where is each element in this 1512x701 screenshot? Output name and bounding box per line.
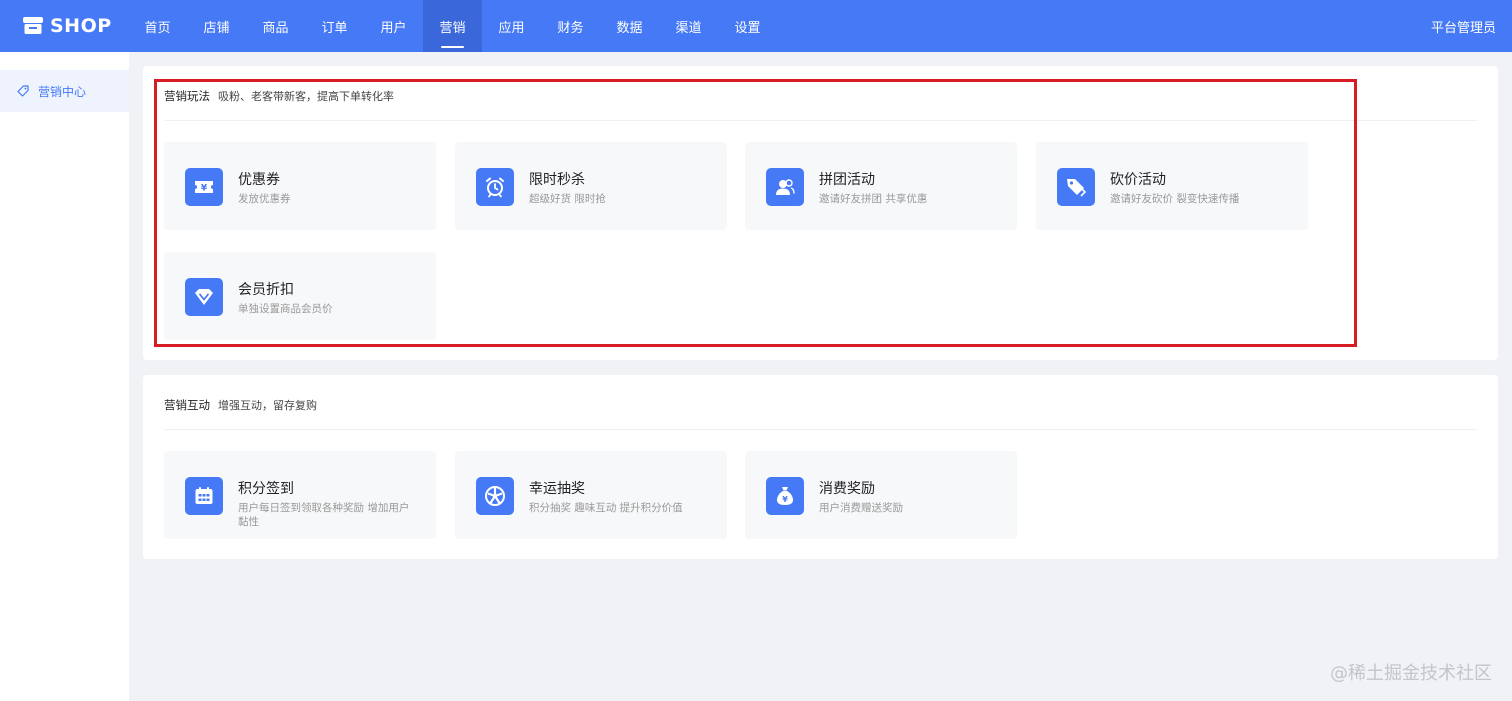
shop-icon bbox=[23, 17, 43, 34]
svg-text:¥: ¥ bbox=[201, 184, 208, 194]
card-desc: 用户每日签到领取各种奖励 增加用户黏性 bbox=[238, 502, 410, 528]
spending-reward-card[interactable]: ¥ 消费奖励 用户消费赠送奖励 bbox=[745, 451, 1017, 539]
nav-item-orders[interactable]: 订单 bbox=[305, 0, 364, 52]
admin-user-menu[interactable]: 平台管理员 bbox=[1431, 0, 1496, 52]
card-desc: 邀请好友拼团 共享优惠 bbox=[819, 193, 928, 205]
alarm-clock-icon bbox=[476, 168, 514, 206]
card-title: 优惠券 bbox=[238, 172, 280, 188]
sidebar-item-label: 营销中心 bbox=[38, 84, 87, 99]
card-desc: 邀请好友砍价 裂变快速传播 bbox=[1110, 193, 1240, 205]
card-title: 砍价活动 bbox=[1110, 172, 1166, 188]
calendar-icon bbox=[185, 477, 223, 515]
card-title: 限时秒杀 bbox=[529, 172, 585, 188]
panel-title: 营销互动 bbox=[164, 398, 210, 412]
nav-item-users[interactable]: 用户 bbox=[364, 0, 423, 52]
tag-icon bbox=[17, 85, 29, 97]
lucky-draw-card[interactable]: 幸运抽奖 积分抽奖 趣味互动 提升积分价值 bbox=[455, 451, 727, 539]
brand-logo[interactable]: SHOP bbox=[0, 0, 128, 52]
divider bbox=[164, 120, 1477, 121]
card-desc: 积分抽奖 趣味互动 提升积分价值 bbox=[529, 502, 683, 514]
card-title: 会员折扣 bbox=[238, 282, 294, 298]
panel-subtitle: 吸粉、老客带新客，提高下单转化率 bbox=[218, 90, 394, 103]
nav-item-settings[interactable]: 设置 bbox=[718, 0, 777, 52]
nav-item-home[interactable]: 首页 bbox=[128, 0, 187, 52]
nav-item-apps[interactable]: 应用 bbox=[482, 0, 541, 52]
member-discount-card[interactable]: 会员折扣 单独设置商品会员价 bbox=[164, 252, 436, 340]
nav-item-channels[interactable]: 渠道 bbox=[659, 0, 718, 52]
sidebar: 营销中心 bbox=[0, 52, 129, 701]
panel-header: 营销互动 增强互动，留存复购 bbox=[164, 397, 317, 413]
nav-item-store[interactable]: 店铺 bbox=[187, 0, 246, 52]
nav-item-data[interactable]: 数据 bbox=[600, 0, 659, 52]
coupon-icon: ¥ bbox=[185, 168, 223, 206]
card-desc: 超级好货 限时抢 bbox=[529, 193, 606, 205]
panel-header: 营销玩法 吸粉、老客带新客，提高下单转化率 bbox=[164, 88, 394, 104]
top-nav-bar: SHOP 首页 店铺 商品 订单 用户 营销 应用 财务 数据 渠道 设置 平台… bbox=[0, 0, 1512, 52]
price-tag-icon bbox=[1057, 168, 1095, 206]
divider bbox=[164, 429, 1477, 430]
sidebar-item-marketing-center[interactable]: 营销中心 bbox=[0, 70, 129, 112]
panel-subtitle: 增强互动，留存复购 bbox=[218, 399, 317, 412]
marketing-play-panel: 营销玩法 吸粉、老客带新客，提高下单转化率 ¥ 优惠券 发放优惠券 限时秒杀 超… bbox=[143, 66, 1498, 360]
group-buy-card[interactable]: 拼团活动 邀请好友拼团 共享优惠 bbox=[745, 142, 1017, 230]
brand-name: SHOP bbox=[50, 15, 112, 37]
diamond-icon bbox=[185, 278, 223, 316]
group-users-icon bbox=[766, 168, 804, 206]
money-bag-icon: ¥ bbox=[766, 477, 804, 515]
nav-item-marketing[interactable]: 营销 bbox=[423, 0, 482, 52]
card-desc: 单独设置商品会员价 bbox=[238, 303, 333, 315]
coupon-card[interactable]: ¥ 优惠券 发放优惠券 bbox=[164, 142, 436, 230]
panel-title: 营销玩法 bbox=[164, 89, 210, 103]
card-title: 消费奖励 bbox=[819, 481, 875, 497]
nav-item-products[interactable]: 商品 bbox=[246, 0, 305, 52]
card-title: 幸运抽奖 bbox=[529, 481, 585, 497]
points-checkin-card[interactable]: 积分签到 用户每日签到领取各种奖励 增加用户黏性 bbox=[164, 451, 436, 539]
flash-sale-card[interactable]: 限时秒杀 超级好货 限时抢 bbox=[455, 142, 727, 230]
marketing-interaction-panel: 营销互动 增强互动，留存复购 积分签到 用户每日签到领取各种奖励 增加用户黏性 bbox=[143, 375, 1498, 559]
bargain-card[interactable]: 砍价活动 邀请好友砍价 裂变快速传播 bbox=[1036, 142, 1308, 230]
main-nav: 首页 店铺 商品 订单 用户 营销 应用 财务 数据 渠道 设置 bbox=[128, 0, 777, 52]
card-title: 拼团活动 bbox=[819, 172, 875, 188]
card-title: 积分签到 bbox=[238, 481, 294, 497]
card-desc: 用户消费赠送奖励 bbox=[819, 502, 903, 514]
card-desc: 发放优惠券 bbox=[238, 193, 291, 205]
svg-text:¥: ¥ bbox=[782, 495, 788, 504]
watermark: @稀土掘金技术社区 bbox=[1330, 663, 1492, 684]
lottery-wheel-icon bbox=[476, 477, 514, 515]
nav-item-finance[interactable]: 财务 bbox=[541, 0, 600, 52]
